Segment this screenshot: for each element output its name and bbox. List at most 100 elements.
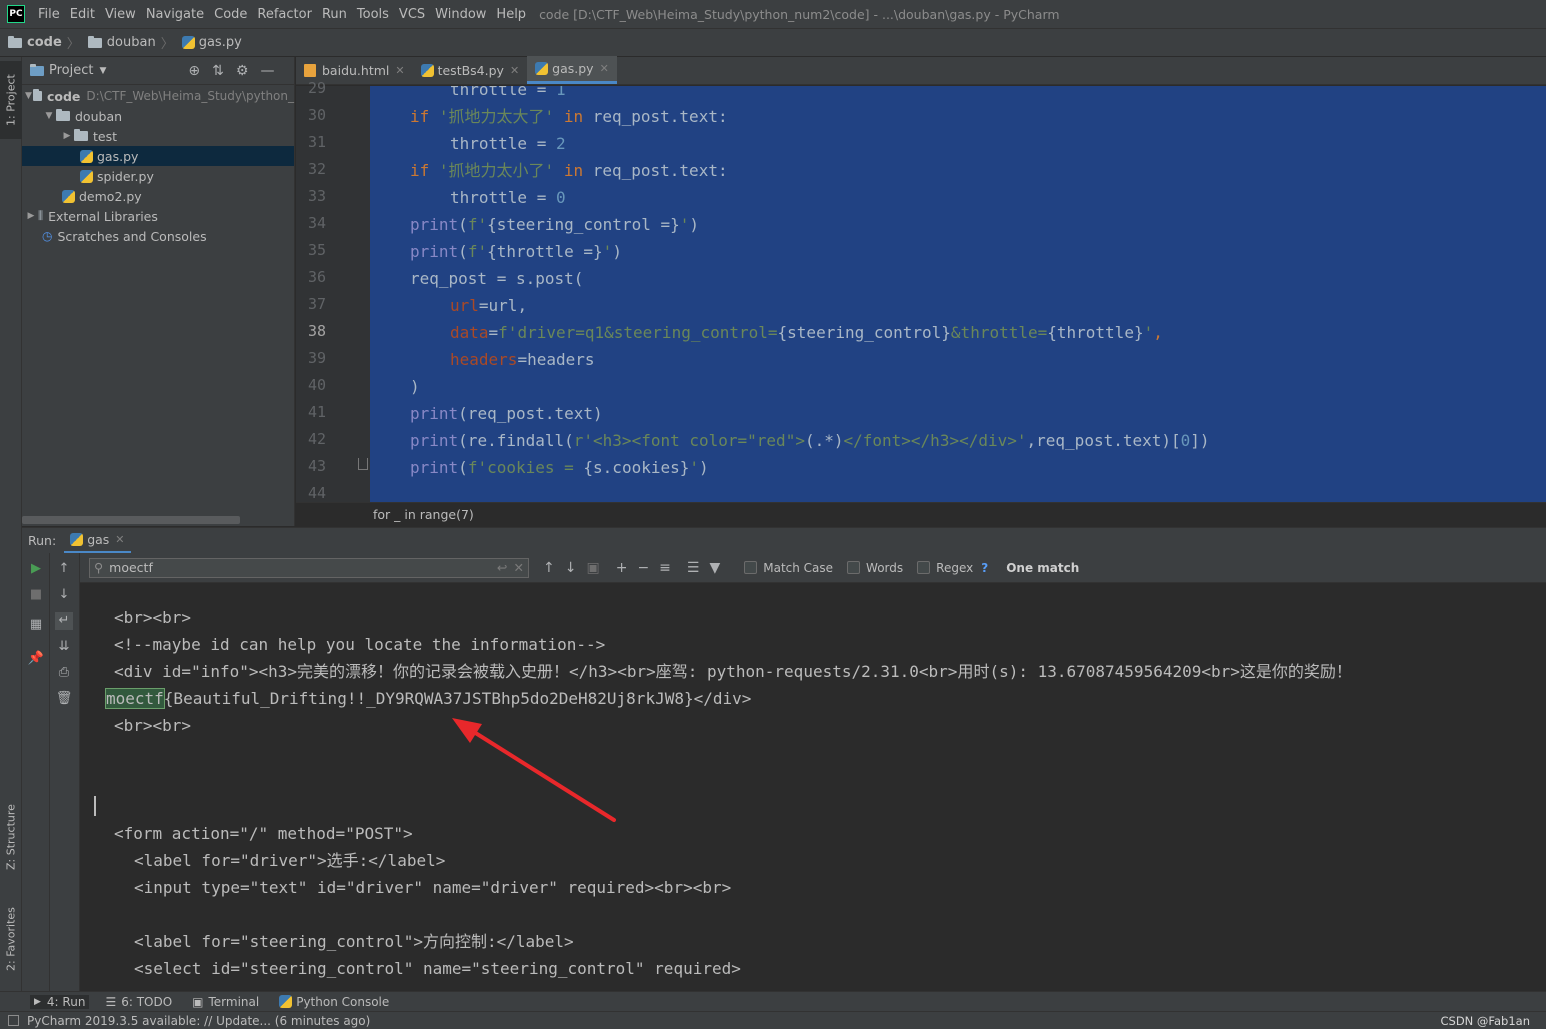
match-case-checkbox[interactable]: Match Case bbox=[744, 561, 833, 575]
regex-help-link[interactable]: ? bbox=[981, 561, 988, 575]
chevron-down-icon[interactable]: ▼ bbox=[42, 111, 56, 121]
regex-checkbox[interactable]: Regex bbox=[917, 561, 973, 575]
navigation-bar: code 〉 douban 〉 gas.py bbox=[0, 29, 1546, 57]
tool-window-favorites[interactable]: 2: Favorites bbox=[0, 897, 22, 982]
html-file-icon bbox=[304, 63, 316, 77]
code-line-35: print(f'{throttle =}') bbox=[410, 242, 622, 261]
status-message[interactable]: PyCharm 2019.3.5 available: // Update...… bbox=[27, 1014, 370, 1028]
tab-terminal[interactable]: ▣ Terminal bbox=[188, 995, 263, 1009]
code-line-32: if '抓地力太小了' in req_post.text: bbox=[410, 161, 728, 180]
select-all-occurrences-icon[interactable]: ≡ bbox=[659, 560, 671, 576]
menu-window[interactable]: Window bbox=[430, 7, 491, 22]
window-title: code [D:\CTF_Web\Heima_Study\python_num2… bbox=[539, 6, 1060, 22]
clear-icon[interactable]: ✕ bbox=[514, 560, 524, 575]
trash-icon[interactable]: 🗑 bbox=[55, 690, 73, 708]
add-occurrence-icon[interactable]: + bbox=[616, 560, 628, 576]
pin-icon[interactable]: 📌 bbox=[27, 650, 45, 668]
line-number-current: 38 bbox=[307, 322, 326, 340]
tree-item-scratches[interactable]: ◷ Scratches and Consoles bbox=[22, 226, 294, 246]
show-filter-icon[interactable]: ☰ bbox=[687, 560, 700, 576]
scroll-to-end-icon[interactable]: ⇊ bbox=[55, 638, 73, 656]
rerun-icon[interactable]: ▶ bbox=[27, 560, 45, 578]
search-input[interactable]: ⚲ moectf ↩ ✕ bbox=[89, 557, 529, 578]
tree-item-label: code bbox=[46, 88, 81, 104]
breadcrumb-label: for _ in range(7) bbox=[373, 507, 474, 522]
menu-tools[interactable]: Tools bbox=[352, 7, 394, 22]
run-tab-gas[interactable]: gas ✕ bbox=[64, 528, 131, 554]
breadcrumb-label: gas.py bbox=[198, 35, 242, 50]
menu-file[interactable]: File bbox=[33, 7, 65, 22]
tab-testbs4-py[interactable]: testBs4.py ✕ bbox=[413, 56, 528, 84]
tree-item-test[interactable]: ▶ test bbox=[22, 126, 294, 146]
code-editor[interactable]: throttle = 1 if '抓地力太大了' in req_post.tex… bbox=[370, 86, 1546, 502]
editor-breadcrumb[interactable]: for _ in range(7) bbox=[296, 502, 1546, 526]
new-line-icon[interactable]: ↩ bbox=[497, 560, 507, 575]
tool-window-project[interactable]: 1: Project bbox=[0, 61, 22, 139]
select-all-icon[interactable]: ▣ bbox=[586, 560, 599, 576]
console-line-flag: moectf{Beautiful_Drifting!!_DY9RQWA37JST… bbox=[105, 685, 751, 712]
chevron-right-icon[interactable]: ▶ bbox=[24, 211, 38, 221]
locate-icon[interactable]: ⊕ bbox=[188, 63, 200, 79]
checkbox-box[interactable] bbox=[847, 561, 861, 574]
tab-todo[interactable]: ☰ 6: TODO bbox=[101, 995, 176, 1009]
layout-icon[interactable]: ▦ bbox=[27, 616, 45, 634]
tree-item-demo2-py[interactable]: demo2.py bbox=[22, 186, 294, 206]
console-line: <div id="info"><h3>完美的漂移！你的记录会被载入史册！</h3… bbox=[114, 662, 1352, 681]
gear-icon[interactable]: ⚙ bbox=[236, 63, 249, 79]
project-horizontal-scrollbar[interactable] bbox=[22, 516, 240, 524]
menu-view[interactable]: View bbox=[100, 7, 141, 22]
status-toggle-icon[interactable] bbox=[8, 1015, 19, 1026]
menu-code[interactable]: Code bbox=[209, 7, 252, 22]
close-icon[interactable]: ✕ bbox=[600, 62, 609, 75]
tree-item-label: douban bbox=[75, 108, 123, 124]
next-occurrence-icon[interactable]: ↓ bbox=[565, 560, 577, 576]
tree-item-douban[interactable]: ▼ douban bbox=[22, 106, 294, 126]
breadcrumb-douban[interactable]: douban 〉 bbox=[80, 33, 174, 52]
previous-occurrence-icon[interactable]: ↑ bbox=[543, 560, 555, 576]
folder-icon bbox=[74, 129, 88, 141]
tool-window-structure[interactable]: Z: Structure bbox=[0, 792, 22, 882]
tab-run[interactable]: ▶ 4: Run bbox=[30, 994, 90, 1009]
fold-marker-icon[interactable] bbox=[358, 458, 368, 470]
minimize-icon[interactable]: — bbox=[260, 63, 274, 79]
menu-run[interactable]: Run bbox=[317, 7, 352, 22]
menu-vcs[interactable]: VCS bbox=[394, 7, 430, 22]
soft-wrap-icon[interactable]: ↵ bbox=[55, 612, 73, 630]
checkbox-box[interactable] bbox=[917, 561, 931, 574]
tab-label: gas.py bbox=[552, 61, 594, 76]
menu-refactor[interactable]: Refactor bbox=[252, 7, 317, 22]
menu-help[interactable]: Help bbox=[491, 7, 531, 22]
project-view-selector[interactable]: Project bbox=[49, 63, 93, 78]
breadcrumb-gas-py[interactable]: gas.py bbox=[174, 35, 242, 50]
close-icon[interactable]: ✕ bbox=[510, 64, 519, 77]
project-panel: Project ▼ ⊕ ⇅ ⚙ — ▼ code D:\CTF_Web\Heim… bbox=[22, 57, 295, 526]
print-icon[interactable]: ⎙ bbox=[55, 664, 73, 682]
collapse-all-icon[interactable]: ⇅ bbox=[212, 63, 224, 79]
filter-icon[interactable]: ▼ bbox=[709, 560, 720, 576]
tree-item-external-libraries[interactable]: ▶ ⫼ External Libraries bbox=[22, 206, 294, 226]
tree-item-spider-py[interactable]: spider.py bbox=[22, 166, 294, 186]
remove-occurrence-icon[interactable]: − bbox=[637, 560, 649, 576]
chevron-right-icon[interactable]: ▶ bbox=[60, 131, 74, 141]
tree-item-gas-py[interactable]: gas.py bbox=[22, 146, 294, 166]
code-line-42: print(re.findall(r'<h3><font color="red"… bbox=[410, 431, 1210, 450]
breadcrumb-code[interactable]: code 〉 bbox=[0, 33, 80, 52]
tab-gas-py[interactable]: gas.py ✕ bbox=[527, 56, 617, 84]
chevron-down-icon[interactable]: ▼ bbox=[99, 66, 106, 76]
checkbox-box[interactable] bbox=[744, 561, 758, 574]
folder-icon bbox=[32, 89, 42, 101]
stop-icon[interactable]: ■ bbox=[27, 586, 45, 604]
words-checkbox[interactable]: Words bbox=[847, 561, 903, 575]
tree-item-code[interactable]: ▼ code D:\CTF_Web\Heima_Study\python_ bbox=[22, 86, 294, 106]
up-arrow-icon[interactable]: ↑ bbox=[55, 560, 73, 578]
menu-edit[interactable]: Edit bbox=[65, 7, 100, 22]
tab-label: 6: TODO bbox=[121, 994, 173, 1009]
python-console-icon bbox=[279, 995, 293, 1008]
close-icon[interactable]: ✕ bbox=[395, 64, 404, 77]
chevron-down-icon[interactable]: ▼ bbox=[24, 91, 33, 101]
close-icon[interactable]: ✕ bbox=[115, 533, 124, 546]
tab-python-console[interactable]: Python Console bbox=[275, 995, 393, 1009]
console-output[interactable]: <br><br> <!--maybe id can help you locat… bbox=[80, 583, 1546, 991]
down-arrow-icon[interactable]: ↓ bbox=[55, 586, 73, 604]
menu-navigate[interactable]: Navigate bbox=[141, 7, 209, 22]
